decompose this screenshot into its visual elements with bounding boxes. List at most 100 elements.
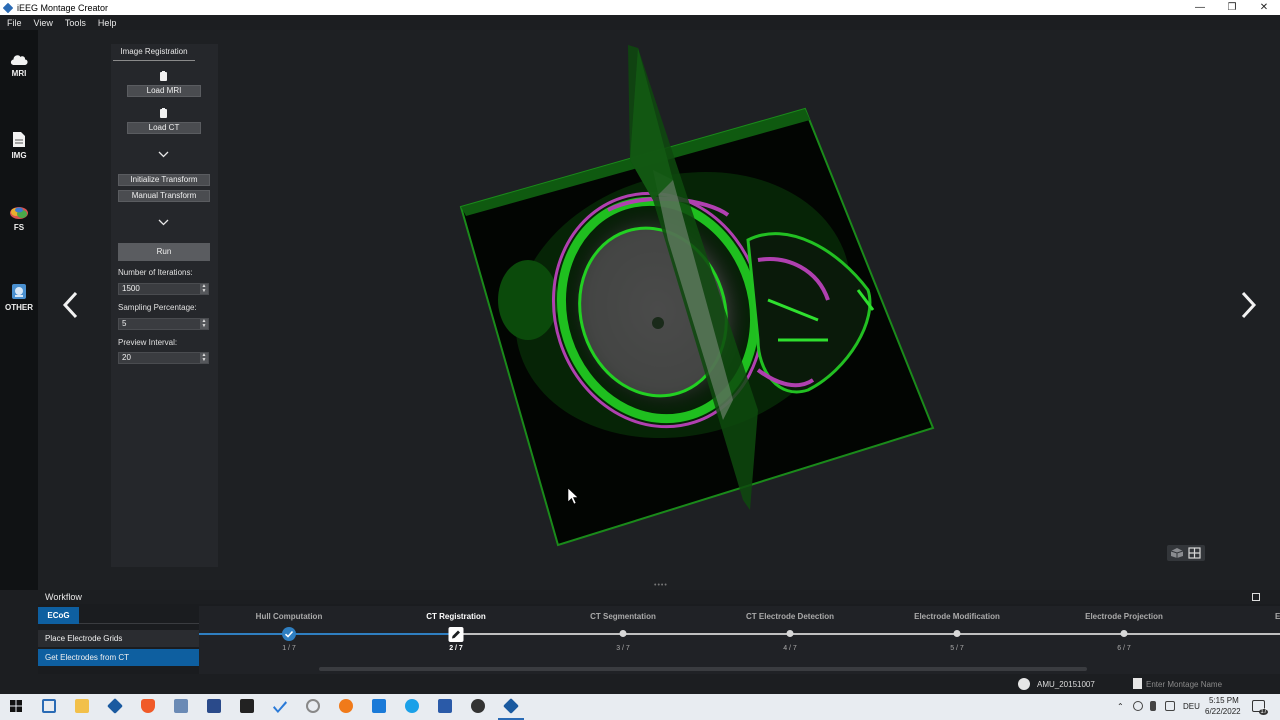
ieeg-montage-creator-taskbar-icon[interactable] (503, 698, 519, 714)
step-number: 2 / 7 (449, 645, 463, 652)
workflow-title: Workflow (45, 592, 82, 602)
notifications-icon[interactable]: 17 (1252, 700, 1268, 715)
step-label: Electrode Modification (914, 612, 1000, 621)
minimize-button[interactable]: — (1184, 2, 1216, 13)
onedrive-icon[interactable] (1133, 701, 1143, 711)
virtualbox-icon[interactable] (207, 699, 221, 713)
step-number: 1 / 7 (282, 645, 296, 652)
cube-icon[interactable] (1170, 547, 1184, 559)
run-button[interactable]: Run (118, 243, 210, 261)
language-indicator[interactable]: DEU (1183, 702, 1200, 711)
montage-name-input[interactable] (1146, 677, 1266, 691)
app-icon[interactable] (107, 698, 123, 714)
document-icon (13, 132, 25, 147)
sidebar-item-img[interactable]: IMG (0, 131, 38, 160)
maximize-button[interactable]: ❐ (1216, 2, 1248, 13)
obs-icon[interactable] (471, 699, 485, 713)
step-pending-dot[interactable] (953, 630, 961, 637)
step-current-edit-icon[interactable] (448, 627, 464, 642)
app-logo-icon (2, 2, 14, 13)
sidebar-item-mri[interactable]: MRI (0, 52, 38, 78)
chevron-down-icon (158, 151, 169, 158)
microphone-icon[interactable] (1150, 701, 1156, 711)
clock-date[interactable]: 6/22/2022 (1205, 707, 1241, 716)
next-arrow-icon[interactable] (1238, 290, 1258, 320)
title-bar: iEEG Montage Creator — ❐ ✕ (0, 0, 1280, 15)
tray-expand-icon[interactable]: ⌃ (1117, 702, 1124, 711)
step-pending-dot[interactable] (619, 630, 627, 637)
user-display: AMU_20151007 (1018, 678, 1095, 690)
preview-stepper[interactable]: 20 ▲ ▼ (118, 352, 209, 364)
document-icon (1133, 678, 1142, 689)
preview-value: 20 (122, 353, 131, 362)
user-icon (1018, 678, 1030, 690)
windows-start-icon[interactable] (9, 699, 23, 713)
step-number: 3 / 7 (616, 645, 630, 652)
iterations-stepper[interactable]: 1500 ▲ ▼ (118, 283, 209, 295)
workflow-item-place-grids[interactable]: Place Electrode Grids (38, 630, 199, 647)
horizontal-scrollbar[interactable] (319, 667, 1087, 671)
step-label: CT Registration (426, 612, 486, 621)
previous-arrow-icon[interactable] (61, 290, 81, 320)
step-pending-dot[interactable] (786, 630, 794, 637)
sidebar-item-fs[interactable]: FS (0, 206, 38, 232)
load-mri-button[interactable]: Load MRI (127, 85, 201, 97)
network-icon[interactable] (1165, 701, 1175, 711)
skype-icon[interactable] (405, 699, 419, 713)
menu-bar: File View Tools Help (0, 15, 1280, 30)
tab-ecog[interactable]: ECoG (38, 607, 79, 624)
step-number: 5 / 7 (950, 645, 964, 652)
load-ct-button[interactable]: Load CT (127, 122, 201, 134)
clock-time[interactable]: 5:15 PM (1209, 696, 1239, 705)
tab-divider (79, 623, 199, 624)
sidebar-item-label: FS (13, 223, 25, 232)
step-number: 4 / 7 (783, 645, 797, 652)
splitter-handle[interactable]: •••• (654, 582, 668, 589)
progress-track-remaining (455, 633, 1280, 635)
ct-mri-3d-view[interactable] (458, 40, 938, 550)
brain-icon (10, 207, 28, 219)
stepper-arrows-icon[interactable]: ▲ ▼ (200, 284, 208, 294)
preview-label: Preview Interval: (118, 338, 178, 347)
window-title: iEEG Montage Creator (17, 2, 109, 13)
todo-check-icon[interactable] (273, 701, 287, 713)
windows-taskbar: ⌃ DEU 5:15 PM 6/22/2022 17 (0, 694, 1280, 720)
step-label: Hull Computation (255, 612, 323, 621)
app-icon[interactable] (174, 699, 188, 713)
cloud-icon (10, 55, 28, 65)
file-explorer-icon[interactable] (75, 699, 89, 713)
sampling-value: 5 (122, 319, 127, 328)
restore-icon[interactable] (1252, 593, 1260, 601)
iterations-value: 1500 (122, 284, 140, 293)
step-done-check-icon[interactable] (282, 627, 296, 641)
menu-file[interactable]: File (0, 18, 27, 28)
close-button[interactable]: ✕ (1248, 2, 1280, 13)
initialize-transform-button[interactable]: Initialize Transform (118, 174, 210, 186)
sidebar-item-label: MRI (11, 69, 27, 78)
brave-browser-icon[interactable] (141, 699, 155, 713)
terminal-icon[interactable] (240, 699, 254, 713)
app-grid-icon[interactable] (372, 699, 386, 713)
menu-tools[interactable]: Tools (58, 18, 91, 28)
clipboard-icon (160, 108, 167, 118)
grid-layout-icon[interactable] (1188, 547, 1201, 559)
task-view-icon[interactable] (42, 699, 56, 713)
step-pending-dot[interactable] (1120, 630, 1128, 637)
step-label: CT Electrode Detection (745, 612, 835, 621)
sampling-label: Sampling Percentage: (118, 303, 197, 312)
word-icon[interactable] (438, 699, 452, 713)
view-layout-toggle[interactable] (1167, 545, 1205, 561)
stepper-arrows-icon[interactable]: ▲ ▼ (200, 353, 208, 363)
tab-image-registration[interactable]: Image Registration (113, 47, 195, 61)
menu-help[interactable]: Help (91, 18, 122, 28)
sampling-stepper[interactable]: 5 ▲ ▼ (118, 318, 209, 330)
menu-view[interactable]: View (27, 18, 58, 28)
firefox-icon[interactable] (339, 699, 353, 713)
workflow-item-electrodes-from-ct[interactable]: Get Electrodes from CT (38, 649, 199, 666)
stepper-arrows-icon[interactable]: ▲ ▼ (200, 319, 208, 329)
chevron-down-icon (158, 219, 169, 226)
search-app-icon[interactable] (306, 699, 320, 713)
sidebar-item-other[interactable]: OTHER (0, 283, 38, 312)
sidebar-item-label: OTHER (5, 303, 33, 312)
manual-transform-button[interactable]: Manual Transform (118, 190, 210, 202)
